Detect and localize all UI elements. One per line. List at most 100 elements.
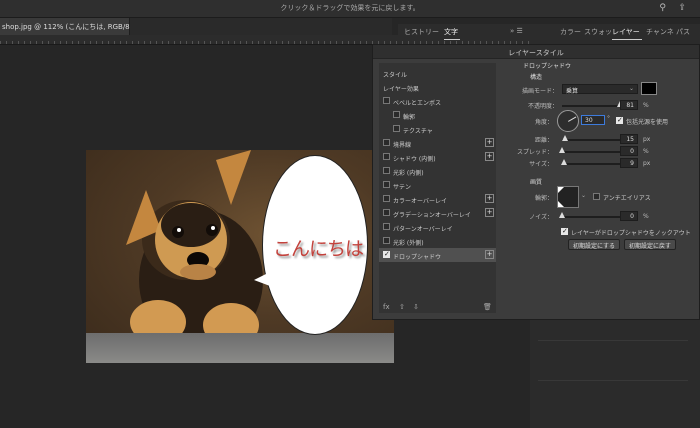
add-effect-button[interactable]: + [485,250,494,259]
style-list-label: パターンオーバーレイ [393,226,453,233]
angle-dial-hand [568,116,577,122]
reset-default-button[interactable]: 初期設定に戻す [624,239,676,250]
dialog-title: レイヤースタイル [373,45,699,59]
spread-label: スプレッド： [516,149,553,156]
noise-input[interactable]: 0 [620,211,638,221]
checkbox[interactable] [393,125,400,132]
style-pattern-overlay[interactable]: パターンオーバーレイ [379,220,496,234]
angle-label: 角度： [534,119,553,126]
blend-mode-value: 乗算 [566,88,579,95]
style-list-label: グラデーションオーバーレイ [393,212,471,219]
style-list-label: カラーオーバーレイ [393,198,447,205]
speech-bubble-tail [254,272,270,286]
angle-input[interactable]: 30 [581,115,605,125]
style-outer-glow[interactable]: 光彩 (外側) [379,234,496,248]
style-list-label: ベベルとエンボス [393,100,442,107]
distance-slider-thumb[interactable] [562,135,568,141]
checkbox[interactable] [383,181,390,188]
checkbox[interactable] [383,223,390,230]
chevron-down-icon[interactable]: ⌄ [581,192,586,199]
spread-unit: % [643,148,649,155]
checkbox[interactable] [383,139,390,146]
opacity-input[interactable]: 81 [620,100,638,110]
size-unit: px [643,160,651,167]
shadow-color-swatch[interactable] [641,82,657,95]
distance-label: 距離： [534,137,553,144]
checkbox[interactable] [383,167,390,174]
global-light-checkbox[interactable] [616,116,623,124]
style-stroke[interactable]: 境界線 + [379,136,496,150]
quality-title: 画質 [530,179,543,186]
menu-icon[interactable]: » ☰ [510,27,523,35]
spread-input[interactable]: 0 [620,146,638,156]
tab-swatches[interactable]: スウォッ [584,27,612,37]
style-list-label: 光彩 (外側) [393,240,424,247]
noise-slider-thumb[interactable] [559,212,565,218]
move-down-icon[interactable]: ⇩ [413,303,419,311]
ground [86,333,394,363]
tab-layers-underline [612,39,642,40]
global-light-label: 包括光源を使用 [626,119,669,126]
document-tab-label: shop.jpg @ 112% (こんにちは, RGB/8#) * [2,23,144,31]
style-gradient-overlay[interactable]: グラデーションオーバーレイ + [379,206,496,220]
style-list-styles[interactable]: スタイル [379,66,496,80]
spread-slider-thumb[interactable] [559,147,565,153]
style-list-label: テクスチャ [403,128,433,135]
style-satin[interactable]: サテン [379,178,496,192]
structure-title: 構造 [530,74,543,81]
panel-tab-bar: ヒストリー 文字 » ☰ カラー スウォッ レイヤー チャンネ パス [398,24,700,40]
tab-history[interactable]: ヒストリー [404,27,439,37]
style-texture[interactable]: テクスチャ [379,122,496,136]
photoshop-window: クリック＆ドラッグで効果を元に戻します。 ⚲ ⇪ shop.jpg @ 112%… [0,0,700,428]
noise-unit: % [643,213,649,220]
tab-color[interactable]: カラー [560,27,581,37]
checkbox[interactable] [383,97,390,104]
add-effect-button[interactable]: + [485,208,494,217]
tab-character[interactable]: 文字 [444,27,458,37]
style-inner-shadow[interactable]: シャドウ (内側) + [379,150,496,164]
style-contour[interactable]: 輪郭 [379,108,496,122]
checkbox[interactable] [383,250,390,258]
angle-unit: ° [607,115,610,122]
style-drop-shadow[interactable]: ドロップシャドウ + [379,248,496,262]
style-list: スタイル レイヤー効果 ベベルとエンボス 輪郭 テクスチャ 境界線 + シャドウ… [379,63,496,313]
layer-style-dialog: レイヤースタイル スタイル レイヤー効果 ベベルとエンボス 輪郭 テクスチャ 境… [372,44,700,320]
hint-bar: クリック＆ドラッグで効果を元に戻します。 ⚲ ⇪ [0,0,700,18]
add-effect-button[interactable]: + [485,152,494,161]
style-list-layer-effects[interactable]: レイヤー効果 [379,80,496,94]
checkbox[interactable] [383,209,390,216]
tab-character-underline [444,39,460,40]
distance-unit: px [643,136,651,143]
distance-input[interactable]: 15 [620,134,638,144]
search-icon[interactable]: ⚲ [659,3,666,13]
checkbox[interactable] [393,111,400,118]
document-tab[interactable]: shop.jpg @ 112% (こんにちは, RGB/8#) * [0,18,144,35]
style-bevel-emboss[interactable]: ベベルとエンボス [379,94,496,108]
style-inner-glow[interactable]: 光彩 (内側) [379,164,496,178]
tab-paths[interactable]: パス [676,27,690,37]
checkbox[interactable] [383,237,390,244]
antialias-checkbox[interactable] [593,193,600,200]
trash-icon[interactable]: 🗑 [483,303,492,311]
style-list-label: 輪郭 [403,114,416,121]
noise-label: ノイズ： [529,214,553,221]
contour-preview[interactable] [557,186,579,208]
checkbox[interactable] [383,195,390,202]
add-effect-button[interactable]: + [485,194,494,203]
tab-channels[interactable]: チャンネ [646,27,674,37]
move-up-icon[interactable]: ⇧ [399,303,405,311]
knockout-checkbox[interactable] [561,227,568,235]
angle-dial[interactable] [557,110,579,132]
tab-layers[interactable]: レイヤー [612,27,640,37]
speech-bubble-text[interactable]: こんにちは [268,234,368,261]
share-icon[interactable]: ⇪ [678,3,686,13]
checkbox[interactable] [383,153,390,160]
style-color-overlay[interactable]: カラーオーバーレイ + [379,192,496,206]
add-effect-button[interactable]: + [485,138,494,147]
size-slider-thumb[interactable] [561,159,567,165]
style-list-footer: fx ⇧ ⇩ 🗑 [379,301,496,315]
fx-icon[interactable]: fx [383,303,390,311]
size-input[interactable]: 9 [620,158,638,168]
blend-mode-select[interactable]: 乗算 ⌄ [562,84,638,95]
make-default-button[interactable]: 初期設定にする [568,239,620,250]
